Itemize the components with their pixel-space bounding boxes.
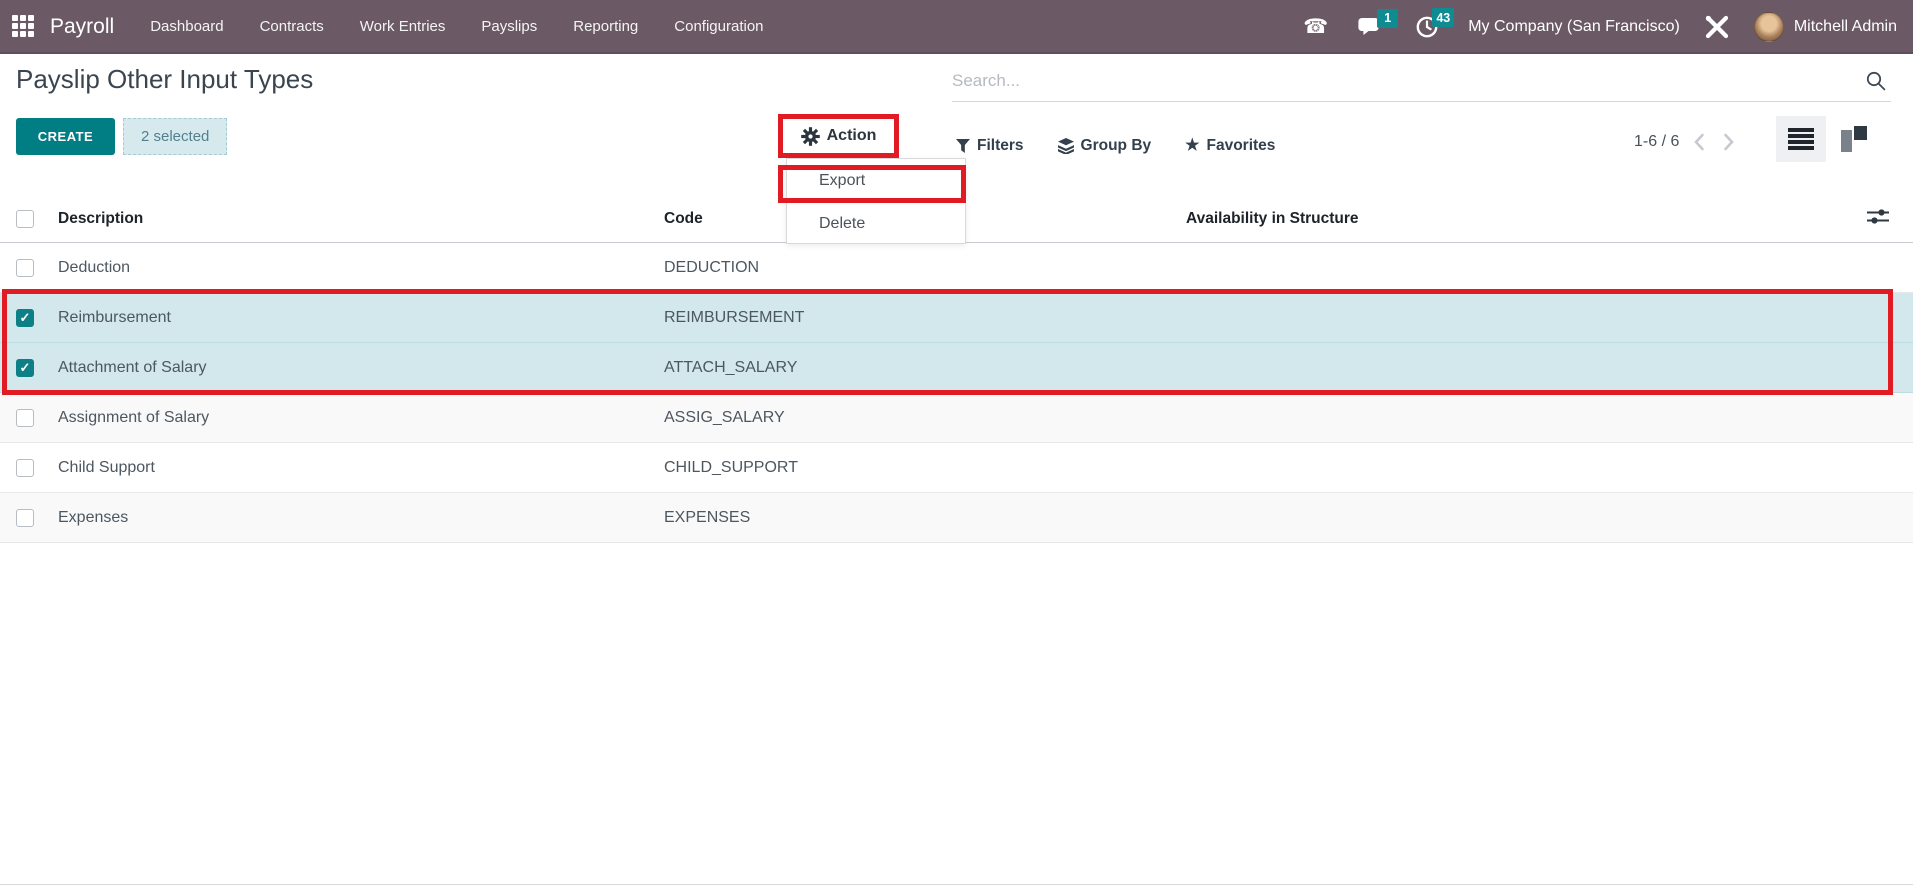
column-header-description[interactable]: Description — [48, 210, 664, 228]
nav-item-work-entries[interactable]: Work Entries — [360, 0, 446, 54]
activities-icon[interactable]: 43 — [1416, 8, 1455, 38]
cell-code: DEDUCTION — [664, 258, 760, 276]
column-options-sliders-icon — [1867, 208, 1889, 224]
nav-item-dashboard[interactable]: Dashboard — [150, 0, 223, 54]
group-by-label: Group By — [1080, 137, 1152, 154]
messages-icon[interactable]: 1 — [1358, 8, 1399, 38]
cell-code: ASSIG_SALARY — [664, 408, 785, 426]
search-icon[interactable] — [1865, 70, 1887, 92]
pager-next-icon[interactable] — [1719, 132, 1739, 152]
messages-badge: 1 — [1377, 8, 1399, 28]
cell-code: REIMBURSEMENT — [664, 308, 805, 326]
pager: 1-6 / 6 — [1634, 132, 1739, 152]
cell-description: Assignment of Salary — [58, 408, 210, 426]
row-checkbox[interactable]: ✓ — [16, 358, 34, 377]
tools-icon — [1705, 15, 1728, 39]
pager-range: 1-6 / 6 — [1634, 133, 1680, 150]
list-view-icon — [1788, 128, 1814, 150]
create-button[interactable]: CREATE — [16, 118, 115, 155]
search-input[interactable] — [952, 70, 1865, 91]
table-row[interactable]: ✓ Attachment of Salary ATTACH_SALARY — [0, 343, 1913, 393]
row-checkbox[interactable] — [16, 258, 34, 277]
table-row[interactable]: ✓ Reimbursement REIMBURSEMENT — [0, 293, 1913, 343]
debug-tools-icon[interactable] — [1704, 15, 1730, 39]
cell-description: Reimbursement — [58, 308, 171, 326]
gear-icon — [800, 126, 820, 146]
action-dropdown-menu: Export Delete — [786, 158, 966, 244]
nav-item-configuration[interactable]: Configuration — [674, 0, 763, 54]
column-header-availability[interactable]: Availability in Structure — [1186, 210, 1849, 228]
view-switcher — [1776, 116, 1882, 162]
activities-badge: 43 — [1432, 8, 1455, 27]
filters-label: Filters — [977, 137, 1024, 154]
checkmark-icon: ✓ — [19, 310, 31, 325]
apps-menu-icon[interactable] — [12, 15, 36, 39]
pager-previous-icon[interactable] — [1689, 132, 1709, 152]
page-title: Payslip Other Input Types — [16, 64, 314, 94]
app-brand[interactable]: Payroll — [50, 15, 114, 39]
table-row[interactable]: Deduction DEDUCTION — [0, 243, 1913, 293]
optional-columns-button[interactable] — [1867, 208, 1913, 230]
voip-phone-icon[interactable]: ☎ — [1303, 17, 1328, 37]
app-window: Payroll Dashboard Contracts Work Entries… — [0, 0, 1913, 887]
nav-item-payslips[interactable]: Payslips — [481, 0, 537, 54]
group-by-layers-icon — [1057, 138, 1074, 154]
cell-description: Deduction — [58, 258, 131, 276]
group-by-button[interactable]: Group By — [1057, 137, 1152, 155]
filters-button[interactable]: Filters — [956, 137, 1024, 155]
viewport-bottom-edge — [0, 884, 1913, 885]
cell-description: Child Support — [58, 458, 155, 476]
user-name[interactable]: Mitchell Admin — [1794, 18, 1897, 36]
list-view-table: Description Code Availability in Structu… — [0, 195, 1913, 543]
favorites-button[interactable]: ★ Favorites — [1185, 137, 1275, 155]
kanban-view-icon — [1841, 126, 1867, 152]
cell-code: EXPENSES — [664, 508, 751, 526]
selection-count-badge: 2 selected — [123, 118, 228, 155]
main-menu: Dashboard Contracts Work Entries Payslip… — [150, 0, 763, 54]
row-checkbox[interactable] — [16, 458, 34, 477]
kanban-view-button[interactable] — [1826, 116, 1882, 162]
table-row[interactable]: Assignment of Salary ASSIG_SALARY — [0, 393, 1913, 443]
filter-funnel-icon — [956, 139, 970, 153]
favorites-star-icon: ★ — [1185, 137, 1200, 154]
cell-code: ATTACH_SALARY — [664, 358, 798, 376]
user-avatar[interactable] — [1753, 12, 1784, 42]
cell-code: CHILD_SUPPORT — [664, 458, 798, 476]
action-menu-delete[interactable]: Delete — [787, 202, 965, 245]
nav-item-reporting[interactable]: Reporting — [573, 0, 638, 54]
search-options: Filters Group By ★ Favorites — [956, 130, 1275, 162]
table-row[interactable]: Expenses EXPENSES — [0, 493, 1913, 543]
select-all-checkbox[interactable] — [16, 209, 34, 228]
systray: ☎ 1 43 My Company (San Francisco) Mitche… — [1303, 8, 1897, 42]
search-bar — [952, 60, 1891, 102]
row-checkbox[interactable]: ✓ — [16, 308, 34, 327]
list-view-button[interactable] — [1776, 116, 1826, 162]
checkmark-icon: ✓ — [19, 360, 31, 375]
action-menu-export[interactable]: Export — [787, 159, 965, 202]
nav-item-contracts[interactable]: Contracts — [260, 0, 324, 54]
action-menu-button[interactable]: Action — [778, 114, 899, 158]
row-checkbox[interactable] — [16, 408, 34, 427]
topbar: Payroll Dashboard Contracts Work Entries… — [0, 0, 1913, 54]
row-checkbox[interactable] — [16, 508, 34, 527]
action-button-label: Action — [826, 127, 877, 144]
favorites-label: Favorites — [1206, 137, 1276, 154]
company-switcher[interactable]: My Company (San Francisco) — [1468, 18, 1680, 36]
cell-description: Attachment of Salary — [58, 358, 207, 376]
table-row[interactable]: Child Support CHILD_SUPPORT — [0, 443, 1913, 493]
cell-description: Expenses — [58, 508, 129, 526]
